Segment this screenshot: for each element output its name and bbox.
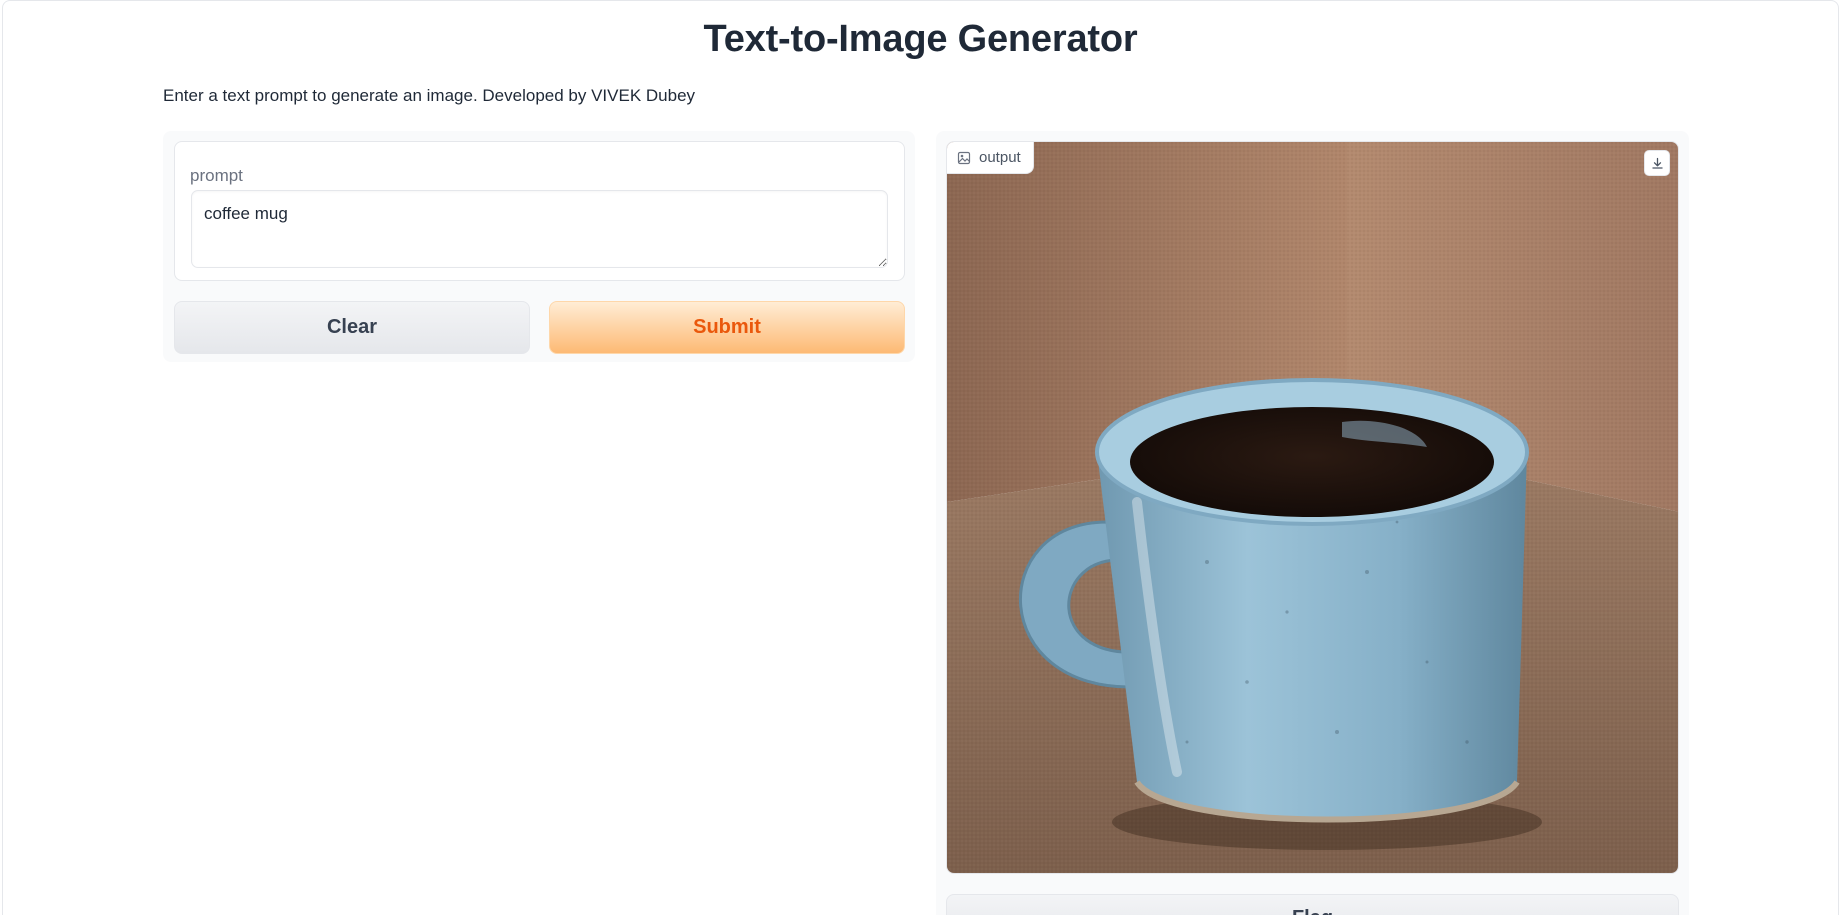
download-button[interactable] bbox=[1644, 150, 1670, 176]
download-icon bbox=[1651, 157, 1663, 169]
prompt-block: prompt bbox=[174, 141, 905, 281]
input-panel: prompt Clear Submit bbox=[163, 131, 915, 362]
page-title: Text-to-Image Generator bbox=[703, 18, 1138, 60]
image-icon bbox=[957, 151, 971, 164]
clear-button[interactable]: Clear bbox=[174, 301, 530, 354]
submit-button[interactable]: Submit bbox=[549, 301, 905, 354]
output-panel: output bbox=[936, 131, 1689, 915]
page-description: Enter a text prompt to generate an image… bbox=[163, 86, 696, 105]
flag-button[interactable]: Flag bbox=[946, 894, 1679, 915]
output-label-text: output bbox=[979, 149, 1021, 166]
generated-image bbox=[947, 142, 1678, 873]
output-label: output bbox=[947, 142, 1034, 174]
prompt-input[interactable] bbox=[191, 190, 888, 268]
output-image-frame: output bbox=[946, 141, 1679, 874]
prompt-label: prompt bbox=[190, 166, 243, 185]
